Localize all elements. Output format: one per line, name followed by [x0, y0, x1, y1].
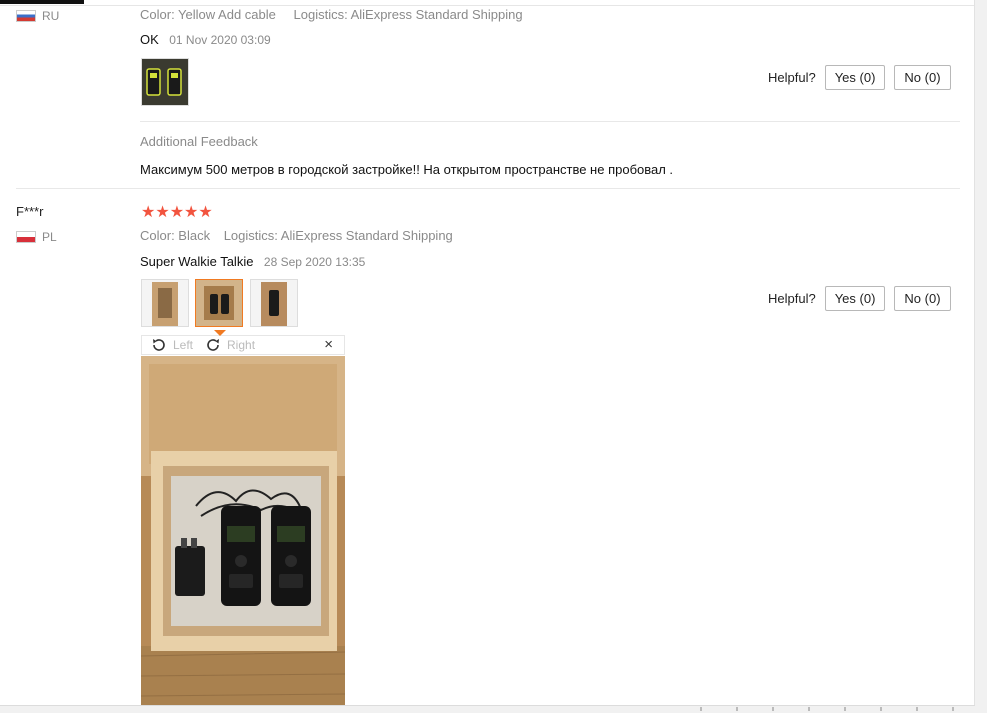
rotate-left-button[interactable]: Left: [151, 337, 193, 353]
selected-thumb-caret: [214, 330, 226, 336]
review-header: OK 01 Nov 2020 03:09: [140, 31, 271, 49]
flag-pl-icon: [16, 231, 36, 243]
reviewer-name: F***r: [16, 204, 44, 219]
enlarged-review-photo: [141, 356, 345, 706]
review-logistics: Logistics: AliExpress Standard Shipping: [293, 7, 523, 22]
walkie-photo-icon: [142, 280, 188, 326]
country-code: RU: [42, 9, 60, 23]
rotate-right-button[interactable]: Right: [205, 337, 255, 353]
review-divider: [16, 188, 960, 189]
review-title: Super Walkie Talkie: [140, 254, 254, 269]
image-viewer-toolbar: Left Right ×: [141, 330, 345, 355]
helpful-yes-button[interactable]: Yes (0): [824, 65, 886, 90]
review-meta: Color: Black Logistics: AliExpress Stand…: [140, 228, 453, 243]
review-photo-thumb[interactable]: [141, 279, 189, 327]
helpful-yes-button[interactable]: Yes (0): [824, 286, 886, 311]
walkie-photo-icon: [251, 280, 297, 326]
helpful-no-button[interactable]: No (0): [894, 286, 951, 311]
review-color: Color: Yellow Add cable: [140, 7, 276, 22]
helpful-label: Helpful?: [768, 70, 816, 85]
review-header: Super Walkie Talkie 28 Sep 2020 13:35: [140, 253, 365, 271]
horizontal-scrollbar[interactable]: [0, 705, 975, 713]
review-date: 01 Nov 2020 03:09: [169, 33, 271, 47]
country-code: PL: [42, 230, 57, 244]
review-title: OK: [140, 32, 159, 47]
review-meta: Color: Yellow Add cable Logistics: AliEx…: [140, 7, 523, 22]
rotate-left-label: Left: [173, 338, 194, 352]
review-photo-thumb[interactable]: [250, 279, 298, 327]
review-photo-thumb[interactable]: [141, 58, 189, 106]
walkie-photo-icon: [196, 280, 242, 326]
flag-ru-icon: [16, 10, 36, 22]
additional-feedback-text: Максимум 500 метров в городской застройк…: [140, 162, 674, 177]
reviewer-country: PL: [16, 230, 57, 244]
helpful-label: Helpful?: [768, 291, 816, 306]
close-icon[interactable]: ×: [324, 336, 333, 354]
walkie-photo-icon: [142, 59, 188, 105]
top-divider: [0, 5, 975, 6]
star-rating: ★★★★★: [141, 204, 213, 221]
rotate-right-icon: [207, 339, 220, 351]
helpful-group: Helpful? Yes (0) No (0): [768, 65, 951, 90]
review-logistics: Logistics: AliExpress Standard Shipping: [223, 228, 453, 243]
rotate-right-label: Right: [227, 338, 256, 352]
helpful-group: Helpful? Yes (0) No (0): [768, 286, 951, 311]
reviewer-country: RU: [16, 9, 59, 23]
walkie-talkie-box-photo: [141, 356, 345, 706]
review-color: Color: Black: [140, 228, 211, 243]
review-date: 28 Sep 2020 13:35: [263, 255, 366, 269]
top-dark-bar: [0, 0, 84, 4]
review-photo-thumb-selected[interactable]: [195, 279, 243, 327]
divider: [140, 121, 960, 122]
rotate-left-icon: [153, 339, 165, 351]
helpful-no-button[interactable]: No (0): [894, 65, 951, 90]
additional-feedback-label: Additional Feedback: [140, 134, 258, 149]
vertical-scrollbar[interactable]: [974, 0, 987, 713]
